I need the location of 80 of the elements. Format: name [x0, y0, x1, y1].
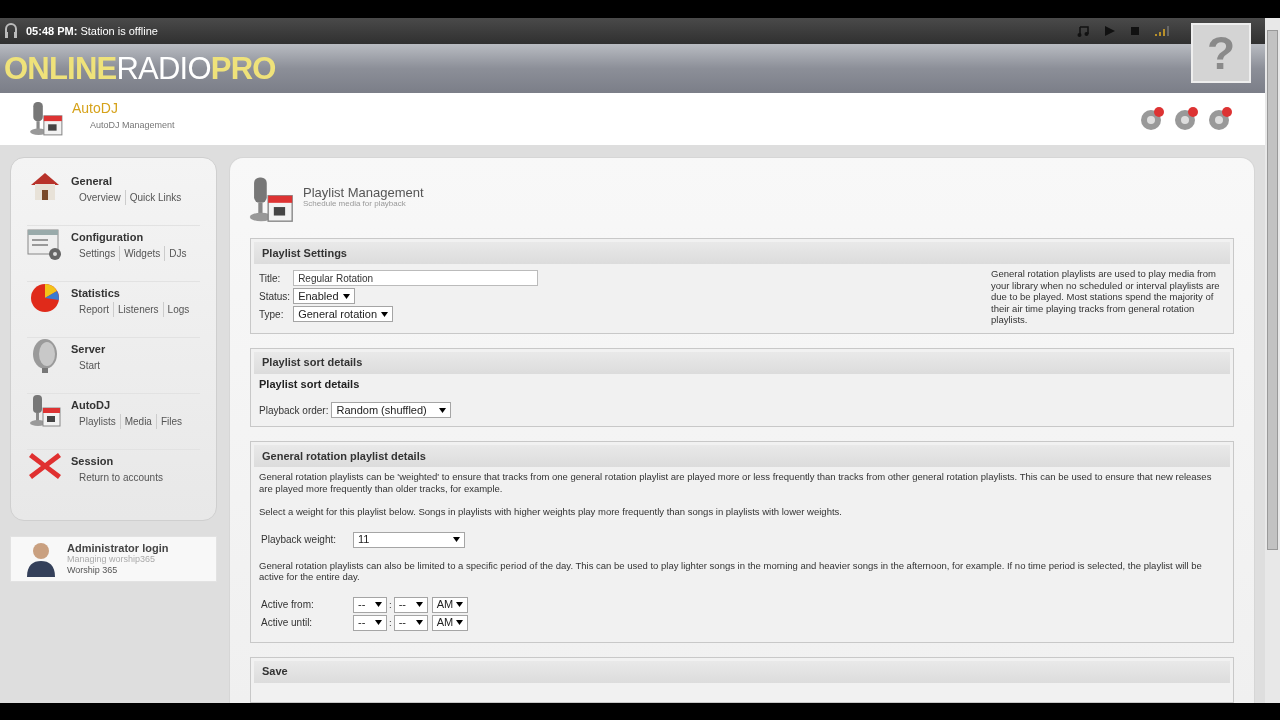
caret-icon	[455, 620, 463, 625]
navigation-link[interactable]: Return to accounts	[79, 469, 163, 485]
navigation-link[interactable]: Listeners	[113, 301, 159, 317]
field-label: Title:	[259, 271, 282, 286]
order-select[interactable]: Random (shuffled)	[331, 402, 452, 418]
weight-select[interactable]: 11	[353, 531, 465, 548]
navigation-title: AutoDJ	[71, 398, 112, 413]
description-text: General rotation playlists can be 'weighted' to ensure that tracks from one general rotation playlist are played more or less frequently than tracks from other general rotation playlists. This can be used to ensure that new releases are played more frequently than older tracks, for example.	[259, 471, 1213, 494]
navigation-item[interactable]: AutoDJ Playlists Media Files	[27, 394, 200, 450]
settings-window-icon	[27, 226, 63, 262]
description-text: Select a weight for this playlist below. Songs in playlists with higher weights play more frequently than songs in playlists with lower weights.	[259, 506, 843, 518]
navigation-title: Session	[71, 454, 115, 469]
login-managing: Managing worship365	[67, 553, 156, 565]
navigation-title: General	[71, 174, 113, 189]
navigation-item[interactable]: Session Return to accounts	[27, 450, 200, 506]
status-message: 05:48 PM: Station is offline	[26, 23, 158, 39]
panel-heading: General rotation playlist details	[262, 448, 426, 464]
type-select[interactable]: General rotation	[293, 306, 394, 322]
title-field[interactable]: Regular Rotation	[293, 270, 539, 286]
period-select[interactable]: AM	[431, 596, 468, 613]
hour-select[interactable]: --	[353, 596, 387, 613]
signal-icon	[1155, 26, 1169, 36]
login-title: Administrator login	[67, 542, 169, 554]
navigation-item[interactable]: Server Start	[27, 338, 200, 394]
navigation-link[interactable]: Media	[119, 413, 152, 429]
navigation-title: Statistics	[71, 286, 121, 301]
caret-icon	[375, 602, 382, 607]
hour-select[interactable]: --	[353, 614, 387, 631]
help-text: General rotation playlists are used to play media from your library when no scheduled or interval playlists are due to be played. Most stations spend the majority of their air time playing tracks from general rotation playlists.	[991, 268, 1221, 326]
field-label: Playback order:	[259, 403, 329, 418]
section-subheading: Playlist sort details	[259, 376, 361, 392]
navigation-link[interactable]: Overview	[79, 189, 121, 205]
navigation-link[interactable]: Quick Links	[124, 189, 182, 205]
field-label: Playback weight:	[261, 533, 338, 546]
navigation-title: Server	[71, 342, 106, 357]
page-title: Playlist Management	[303, 187, 424, 198]
page-subtitle: Schedule media for playback	[303, 199, 406, 209]
close-icon	[28, 450, 62, 482]
navigation-link[interactable]: Playlists	[79, 413, 116, 429]
navigation-item[interactable]: Statistics Report Listeners Logs	[27, 282, 200, 338]
description-text: General rotation playlists can also be limited to a specific period of the day. This can be used to play lighter songs in the morning and heavier songs in the afternoon, for example. If no time period is selected, the playlist will be active for the entire day.	[259, 559, 1203, 583]
navigation-link[interactable]: Settings	[79, 245, 116, 261]
headphones-icon	[4, 22, 18, 40]
navigation-item[interactable]: General Overview Quick Links	[27, 170, 200, 226]
caret-icon	[381, 311, 389, 317]
field-label: Type:	[259, 307, 285, 322]
panel-heading: Playlist sort details	[262, 355, 363, 371]
navigation-link[interactable]: DJs	[164, 245, 187, 261]
caret-icon	[439, 407, 447, 413]
module-title: AutoDJ	[72, 98, 119, 118]
navigation-title: Configuration	[71, 230, 145, 245]
navigation-link[interactable]: Files	[155, 413, 183, 429]
caret-icon	[375, 620, 382, 625]
caret-icon	[343, 293, 351, 299]
disc-icon[interactable]	[1207, 106, 1233, 132]
pie-chart-icon	[29, 282, 61, 314]
time-separator: :	[388, 616, 393, 629]
navigation-link[interactable]: Logs	[162, 301, 190, 317]
navigation-item[interactable]: Configuration Settings Widgets DJs	[27, 226, 200, 282]
field-label: Active from:	[261, 598, 315, 611]
status-select[interactable]: Enabled	[293, 288, 356, 304]
period-select[interactable]: AM	[431, 614, 468, 631]
caret-icon	[453, 537, 460, 542]
caret-icon	[455, 602, 463, 607]
field-label: Status:	[259, 289, 291, 304]
navigation-link[interactable]: Report	[79, 301, 109, 317]
logo: ONLINERADIOPRO	[4, 53, 276, 84]
time-separator: :	[388, 598, 393, 611]
panel-heading: Save	[262, 664, 288, 680]
login-account: Worship 365	[67, 564, 119, 576]
navigation-link[interactable]: Widgets	[119, 245, 161, 261]
navigation-link[interactable]: Start	[79, 357, 101, 373]
minute-select[interactable]: --	[393, 614, 428, 631]
caret-icon	[415, 602, 423, 607]
panel-heading: Playlist Settings	[262, 245, 347, 261]
field-label: Active until:	[261, 616, 314, 629]
caret-icon	[415, 620, 423, 625]
user-icon	[27, 541, 55, 577]
module-subtitle: AutoDJ Management	[90, 118, 175, 132]
minute-select[interactable]: --	[393, 596, 428, 613]
